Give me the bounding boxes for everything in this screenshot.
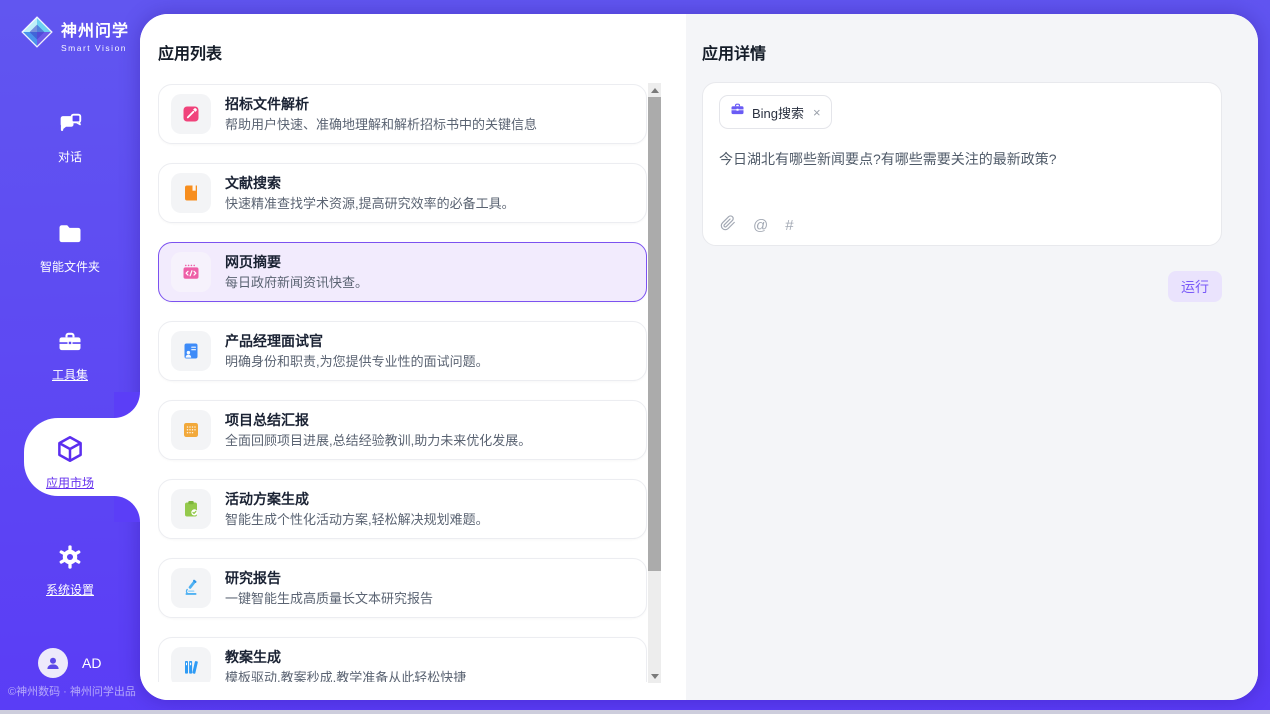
briefcase-icon (730, 102, 745, 122)
toolbox-icon (56, 328, 84, 361)
app-detail-panel: 应用详情 Bing搜索 × 今日湖北有哪些新闻要点?有哪些需要关注的最新政 (686, 14, 1258, 700)
app-name: 教案生成 (225, 649, 466, 666)
sidebar-item-toolset[interactable]: 工具集 (0, 328, 140, 383)
app-card-bidding-analysis[interactable]: 招标文件解析 帮助用户快速、准确地理解和解析招标书中的关键信息 (158, 84, 647, 144)
scrollbar-thumb[interactable] (648, 97, 661, 571)
app-description: 智能生成个性化活动方案,轻松解决规划难题。 (225, 512, 489, 528)
app-window: 神州问学 Smart Vision 对话 智能文件夹 (0, 0, 1270, 714)
sidebar: 神州问学 Smart Vision 对话 智能文件夹 (0, 0, 140, 714)
sidebar-item-label: 工具集 (52, 366, 88, 383)
app-name: 产品经理面试官 (225, 333, 489, 350)
app-name: 文献搜索 (225, 175, 515, 192)
mention-icon[interactable]: @ (753, 216, 768, 236)
app-description: 每日政府新闻资讯快查。 (225, 275, 368, 291)
composer-toolbar: @ # (720, 215, 794, 237)
app-list: 招标文件解析 帮助用户快速、准确地理解和解析招标书中的关键信息 文献搜索 快速精… (158, 84, 647, 682)
browser-code-icon (171, 252, 211, 292)
bottom-edge-strip (0, 710, 1270, 714)
sidebar-item-label: 对话 (58, 148, 82, 165)
app-card-research-report[interactable]: 研究报告 一键智能生成高质量长文本研究报告 (158, 558, 647, 618)
clipboard-check-icon (171, 489, 211, 529)
chat-icon (56, 110, 84, 143)
app-card-lesson-plan[interactable]: 教案生成 模板驱动,教案秒成,教学准备从此轻松快捷 (158, 637, 647, 682)
cube-icon (55, 434, 85, 469)
app-description: 明确身份和职责,为您提供专业性的面试问题。 (225, 354, 489, 370)
app-card-literature-search[interactable]: 文献搜索 快速精准查找学术资源,提高研究效率的必备工具。 (158, 163, 647, 223)
paperclip-icon[interactable] (720, 215, 736, 237)
user-avatar-icon (38, 648, 68, 678)
book-icon (171, 173, 211, 213)
brand-name: 神州问学 (61, 17, 129, 41)
app-list-scrollbar[interactable] (648, 83, 661, 683)
edit-document-icon (171, 94, 211, 134)
bubble-top-curve (114, 392, 140, 418)
interview-document-icon (171, 331, 211, 371)
app-name: 网页摘要 (225, 254, 368, 271)
app-detail-title: 应用详情 (702, 40, 766, 64)
microscope-icon (171, 568, 211, 608)
app-list-title: 应用列表 (158, 40, 222, 64)
sidebar-item-label: 系统设置 (46, 581, 94, 598)
app-description: 帮助用户快速、准确地理解和解析招标书中的关键信息 (225, 117, 537, 133)
sidebar-item-label: 智能文件夹 (40, 258, 100, 275)
note-icon (171, 410, 211, 450)
app-card-pm-interviewer[interactable]: 产品经理面试官 明确身份和职责,为您提供专业性的面试问题。 (158, 321, 647, 381)
query-composer[interactable]: Bing搜索 × 今日湖北有哪些新闻要点?有哪些需要关注的最新政策? @ # (702, 82, 1222, 246)
sidebar-item-label: 应用市场 (46, 474, 94, 491)
brand-logo: 神州问学 Smart Vision (20, 15, 129, 54)
sidebar-item-settings[interactable]: 系统设置 (0, 543, 140, 598)
scrollbar-down-arrow-icon[interactable] (648, 669, 661, 683)
app-card-web-summary[interactable]: 网页摘要 每日政府新闻资讯快查。 (158, 242, 647, 302)
folder-icon (56, 220, 84, 253)
books-icon (171, 647, 211, 682)
sidebar-item-app-market[interactable]: 应用市场 (0, 434, 140, 491)
scrollbar-up-arrow-icon[interactable] (648, 83, 661, 97)
app-name: 项目总结汇报 (225, 412, 531, 429)
hash-icon[interactable]: # (785, 216, 793, 236)
app-card-project-summary[interactable]: 项目总结汇报 全面回顾项目进展,总结经验教训,助力未来优化发展。 (158, 400, 647, 460)
app-description: 快速精准查找学术资源,提高研究效率的必备工具。 (225, 196, 515, 212)
close-icon[interactable]: × (813, 105, 821, 120)
user-initials: AD (82, 655, 101, 671)
gear-icon (56, 543, 84, 576)
app-name: 研究报告 (225, 570, 433, 587)
brand-subtitle: Smart Vision (61, 43, 129, 53)
bubble-bottom-curve (114, 496, 140, 522)
user-account[interactable]: AD (38, 648, 101, 678)
app-description: 模板驱动,教案秒成,教学准备从此轻松快捷 (225, 670, 466, 683)
app-card-event-plan[interactable]: 活动方案生成 智能生成个性化活动方案,轻松解决规划难题。 (158, 479, 647, 539)
copyright-footer: ©神州数码 · 神州问学出品 (8, 683, 136, 699)
app-description: 一键智能生成高质量长文本研究报告 (225, 591, 433, 607)
app-name: 招标文件解析 (225, 96, 537, 113)
sidebar-item-chat[interactable]: 对话 (0, 110, 140, 165)
app-name: 活动方案生成 (225, 491, 489, 508)
diamond-logo-icon (20, 15, 54, 54)
app-list-panel: 应用列表 招标文件解析 帮助用户快速、准确地理解和解析招标书中的关键信息 (140, 14, 686, 700)
app-description: 全面回顾项目进展,总结经验教训,助力未来优化发展。 (225, 433, 531, 449)
main-content: 应用列表 招标文件解析 帮助用户快速、准确地理解和解析招标书中的关键信息 (140, 14, 1258, 700)
sidebar-item-smart-folder[interactable]: 智能文件夹 (0, 220, 140, 275)
run-button[interactable]: 运行 (1168, 271, 1222, 302)
tool-tag-label: Bing搜索 (752, 103, 804, 122)
tool-tag-bing-search[interactable]: Bing搜索 × (719, 95, 832, 129)
query-text-input[interactable]: 今日湖北有哪些新闻要点?有哪些需要关注的最新政策? (719, 149, 1199, 169)
